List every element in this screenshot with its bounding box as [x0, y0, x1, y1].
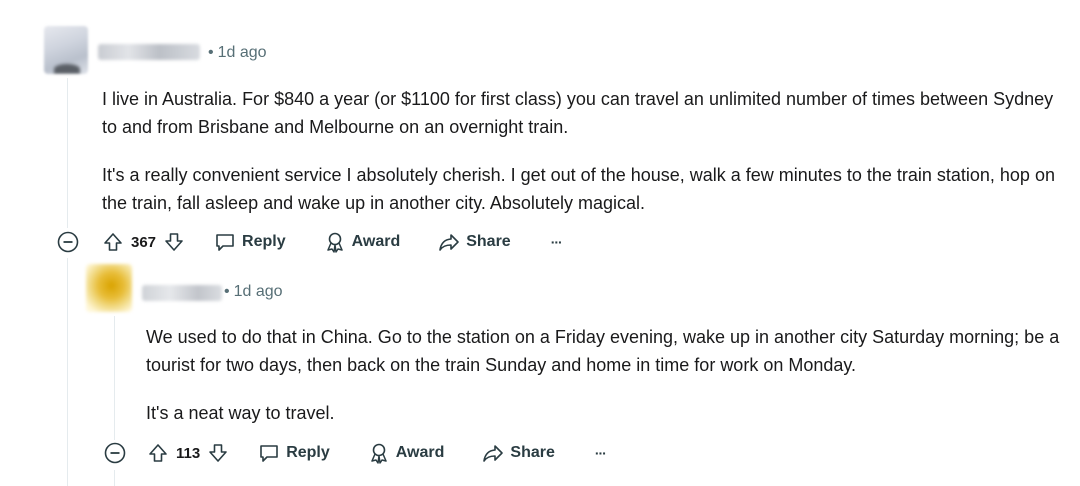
award-icon [368, 442, 390, 464]
collapse-icon[interactable] [104, 442, 126, 464]
share-icon [438, 232, 460, 252]
award-label: Award [351, 233, 401, 250]
downvote-icon[interactable] [164, 232, 184, 252]
comment-paragraph: I live in Australia. For $840 a year (or… [102, 89, 1054, 137]
share-button[interactable]: Share [438, 232, 511, 252]
share-icon [482, 443, 504, 463]
thread-line-1-lower [67, 258, 68, 486]
comment-actions: 113 Reply Award Share ··· [104, 436, 607, 470]
comment-meta: • 1d ago [208, 44, 267, 61]
reply-label: Reply [286, 444, 330, 461]
downvote-icon[interactable] [208, 443, 228, 463]
more-options-button[interactable]: ··· [594, 445, 607, 461]
more-icon: ··· [550, 234, 563, 250]
reply-label: Reply [242, 233, 286, 250]
share-button[interactable]: Share [482, 443, 555, 463]
more-options-button[interactable]: ··· [550, 234, 563, 250]
share-label: Share [466, 233, 511, 250]
reply-icon [258, 443, 280, 463]
more-icon: ··· [594, 445, 607, 461]
avatar[interactable] [86, 264, 132, 312]
reply-icon [214, 232, 236, 252]
comment-paragraph: It's a really convenient service I absol… [102, 165, 1055, 213]
timestamp[interactable]: 1d ago [218, 44, 267, 61]
comment-body: I live in Australia. For $840 a year (or… [102, 85, 1062, 217]
upvote-icon[interactable] [148, 443, 168, 463]
award-button[interactable]: Award [368, 442, 445, 464]
reply-button[interactable]: Reply [258, 443, 330, 463]
award-icon [324, 231, 346, 253]
share-label: Share [510, 444, 555, 461]
avatar[interactable] [44, 26, 88, 74]
upvote-icon[interactable] [103, 232, 123, 252]
collapse-icon[interactable] [57, 231, 79, 253]
comment-body: We used to do that in China. Go to the s… [146, 323, 1061, 427]
comment-paragraph: It's a neat way to travel. [146, 403, 335, 423]
award-button[interactable]: Award [324, 231, 401, 253]
username-blurred[interactable] [98, 44, 200, 60]
comment-actions: 367 Reply Award Share ··· [57, 225, 563, 259]
vote-score: 113 [176, 444, 201, 462]
thread-line-1 [67, 78, 68, 228]
vote-score: 367 [131, 233, 157, 251]
comment-paragraph: We used to do that in China. Go to the s… [146, 327, 1060, 375]
username-blurred[interactable] [142, 285, 222, 301]
timestamp[interactable]: 1d ago [234, 283, 283, 300]
thread-line-2 [114, 316, 115, 440]
reply-button[interactable]: Reply [214, 232, 286, 252]
comment-meta: • 1d ago [224, 283, 283, 300]
thread-line-2-lower [114, 470, 115, 486]
award-label: Award [395, 444, 445, 461]
